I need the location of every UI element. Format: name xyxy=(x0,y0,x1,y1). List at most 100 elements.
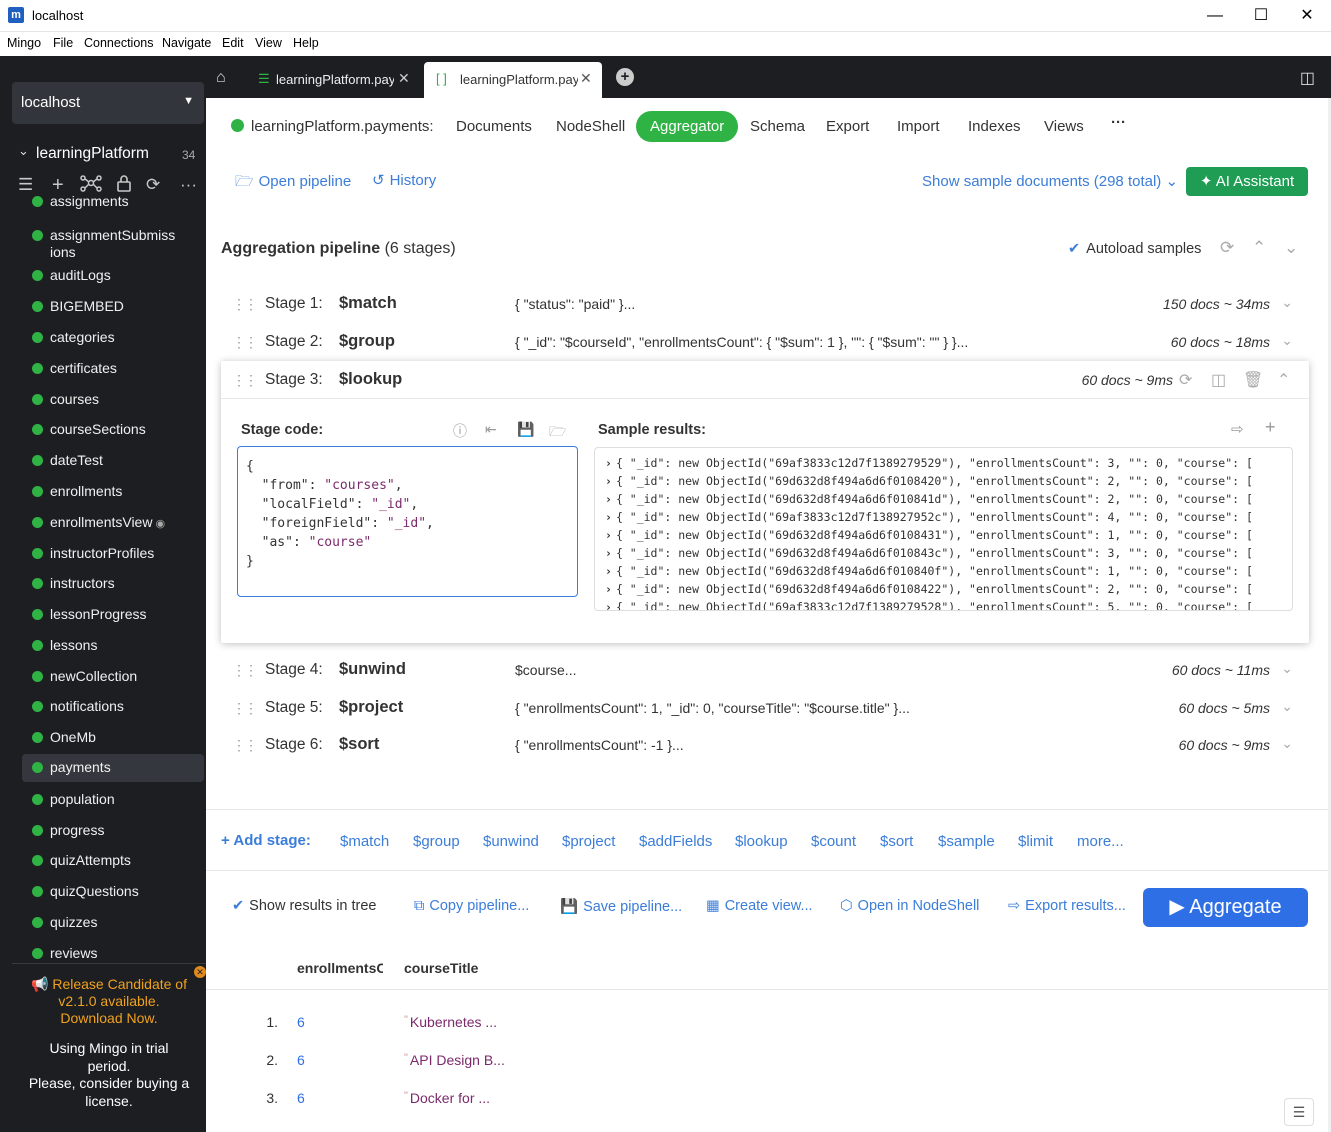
menu-navigate[interactable]: Navigate xyxy=(162,36,211,50)
release-candidate-link[interactable]: 📢 Release Candidate of v2.1.0 available.… xyxy=(12,976,206,1027)
chevron-right-icon[interactable]: › xyxy=(605,564,612,578)
stage-row[interactable]: ⋮⋮ Stage 4: $unwind $course... 60 docs ~… xyxy=(221,652,1309,688)
more-icon[interactable]: ··· xyxy=(180,174,197,196)
result-row[interactable]: ›{ "_id": new ObjectId("69af3833c12d7f13… xyxy=(605,598,1292,610)
add-stage-limit[interactable]: $limit xyxy=(1018,833,1053,850)
chevron-down-icon[interactable]: ⌄ xyxy=(1281,660,1293,677)
expand-all-icon[interactable]: ⌄ xyxy=(1284,238,1298,258)
collection-item[interactable]: quizAttempts xyxy=(22,847,204,875)
menu-mingo[interactable]: Mingo xyxy=(7,36,41,50)
drag-handle-icon[interactable]: ⋮⋮ xyxy=(232,334,258,351)
cell-value[interactable]: 6 xyxy=(297,1014,305,1030)
menu-icon[interactable]: ☰ xyxy=(18,174,33,196)
cell-value[interactable]: 6 xyxy=(297,1052,305,1068)
open-in-nodeshell-button[interactable]: ⬡ Open in NodeShell xyxy=(840,898,979,914)
collection-item[interactable]: categories xyxy=(22,324,204,352)
save-icon[interactable]: 💾 xyxy=(517,421,534,438)
chevron-down-icon[interactable]: ⌄ xyxy=(1281,294,1293,311)
collection-item[interactable]: progress xyxy=(22,817,204,845)
nav-export[interactable]: Export xyxy=(826,118,869,135)
collection-item[interactable]: certificates xyxy=(22,355,204,383)
add-stage-more[interactable]: more... xyxy=(1077,833,1124,850)
add-stage-match[interactable]: $match xyxy=(340,833,389,850)
collection-item[interactable]: instructors xyxy=(22,570,204,598)
chevron-up-icon[interactable]: ⌃ xyxy=(1277,370,1290,390)
split-view-icon[interactable]: ◫ xyxy=(1300,68,1315,88)
open-pipeline-button[interactable]: 🗁 Open pipeline xyxy=(235,171,351,196)
maximize-icon[interactable]: ☐ xyxy=(1238,4,1284,28)
table-row[interactable]: 2. 6 " API Design B... xyxy=(206,1042,1328,1080)
chevron-right-icon[interactable]: › xyxy=(605,492,612,506)
drag-handle-icon[interactable]: ⋮⋮ xyxy=(232,296,258,313)
chevron-right-icon[interactable]: › xyxy=(605,474,612,488)
collection-item[interactable]: population xyxy=(22,786,204,814)
add-tab-icon[interactable]: + xyxy=(616,68,634,86)
nav-views[interactable]: Views xyxy=(1044,118,1084,135)
column-header[interactable]: enrollmentsC xyxy=(297,960,383,976)
create-view-button[interactable]: ▦ Create view... xyxy=(706,898,813,914)
result-row[interactable]: ›{ "_id": new ObjectId("69af3833c12d7f13… xyxy=(605,508,1292,526)
home-icon[interactable]: ⌂ xyxy=(216,69,226,87)
show-results-in-tree-toggle[interactable]: ✔ Show results in tree xyxy=(232,898,377,914)
ai-assistant-button[interactable]: ✦ AI Assistant xyxy=(1186,167,1308,196)
add-stage-unwind[interactable]: $unwind xyxy=(483,833,539,850)
nav-schema[interactable]: Schema xyxy=(750,118,805,135)
add-stage-project[interactable]: $project xyxy=(562,833,615,850)
menu-view[interactable]: View xyxy=(255,36,282,50)
history-button[interactable]: ↺ History xyxy=(372,171,436,189)
list-view-icon[interactable]: ☰ xyxy=(1284,1098,1314,1126)
chevron-down-icon[interactable]: ⌄ xyxy=(1281,332,1293,349)
chevron-right-icon[interactable]: › xyxy=(605,528,612,542)
relations-icon[interactable] xyxy=(80,174,102,198)
result-row[interactable]: ›{ "_id": new ObjectId("69af3833c12d7f13… xyxy=(605,454,1292,472)
stage-row[interactable]: ⋮⋮ Stage 1: $match { "status": "paid" }.… xyxy=(221,286,1309,322)
column-header[interactable]: courseTitle xyxy=(404,960,478,976)
collection-item[interactable]: lessonProgress xyxy=(22,601,204,629)
result-row[interactable]: ›{ "_id": new ObjectId("69d632d8f494a6d6… xyxy=(605,490,1292,508)
chevron-right-icon[interactable]: › xyxy=(605,510,612,524)
nav-aggregator[interactable]: Aggregator xyxy=(636,111,739,142)
chevron-down-icon[interactable]: ⌄ xyxy=(1281,735,1293,752)
aggregate-button[interactable]: ▶ Aggregate xyxy=(1143,888,1308,927)
nav-documents[interactable]: Documents xyxy=(456,118,532,135)
tab-payments-documents[interactable]: ☰ learningPlatform.payments ✕ xyxy=(246,62,426,98)
collection-item[interactable]: instructorProfiles xyxy=(22,540,204,568)
collection-item[interactable]: quizzes xyxy=(22,909,204,937)
nav-import[interactable]: Import xyxy=(897,118,940,135)
collection-item[interactable]: courseSections xyxy=(22,416,204,444)
result-row[interactable]: ›{ "_id": new ObjectId("69d632d8f494a6d6… xyxy=(605,580,1292,598)
collection-item[interactable]: newCollection xyxy=(22,663,204,691)
collection-item[interactable]: enrollmentsView ◉ xyxy=(22,509,204,537)
refresh-icon[interactable]: ⟳ xyxy=(1220,238,1234,258)
menu-help[interactable]: Help xyxy=(293,36,319,50)
minimize-icon[interactable]: — xyxy=(1192,4,1238,28)
refresh-icon[interactable]: ⟳ xyxy=(1179,370,1192,390)
cell-value[interactable]: " Docker for ... xyxy=(404,1090,490,1106)
trash-icon[interactable]: 🗑 xyxy=(1243,370,1263,390)
close-icon[interactable]: ✕ xyxy=(1284,4,1330,28)
result-row[interactable]: ›{ "_id": new ObjectId("69d632d8f494a6d6… xyxy=(605,562,1292,580)
cell-value[interactable]: " API Design B... xyxy=(404,1052,505,1068)
nav-indexes[interactable]: Indexes xyxy=(968,118,1021,135)
result-row[interactable]: ›{ "_id": new ObjectId("69d632d8f494a6d6… xyxy=(605,526,1292,544)
add-stage-lookup[interactable]: $lookup xyxy=(735,833,788,850)
nav-nodeshell[interactable]: NodeShell xyxy=(556,118,625,135)
nav-more[interactable]: ··· xyxy=(1111,114,1126,131)
collection-item[interactable]: quizQuestions xyxy=(22,878,204,906)
drag-handle-icon[interactable]: ⋮⋮ xyxy=(232,737,258,754)
collection-item[interactable]: assignmentSubmiss ions xyxy=(22,222,204,260)
stage-row[interactable]: ⋮⋮ Stage 2: $group { "_id": "$courseId",… xyxy=(221,324,1309,360)
add-stage-count[interactable]: $count xyxy=(811,833,856,850)
collection-item[interactable]: assignments xyxy=(22,196,204,216)
collection-item[interactable]: lessons xyxy=(22,632,204,660)
stage-row[interactable]: ⋮⋮ Stage 5: $project { "enrollmentsCount… xyxy=(221,690,1309,726)
collection-item[interactable]: auditLogs xyxy=(22,262,204,290)
close-icon[interactable]: ✕ xyxy=(398,70,410,87)
menu-edit[interactable]: Edit xyxy=(222,36,244,50)
stage-row[interactable]: ⋮⋮ Stage 6: $sort { "enrollmentsCount": … xyxy=(221,727,1309,763)
chevron-right-icon[interactable]: › xyxy=(605,600,612,610)
drag-handle-icon[interactable]: ⋮⋮ xyxy=(232,372,258,389)
collection-item[interactable]: enrollments xyxy=(22,478,204,506)
collection-item[interactable]: dateTest xyxy=(22,447,204,475)
close-icon[interactable]: ✕ xyxy=(580,70,592,87)
